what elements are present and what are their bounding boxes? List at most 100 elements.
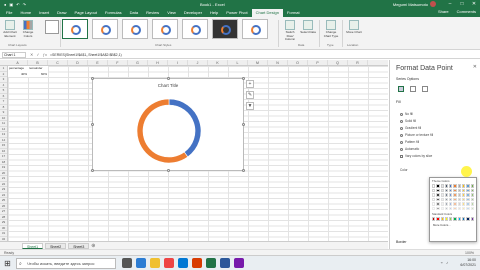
minimize-icon[interactable]: – [444, 0, 456, 8]
teams-icon[interactable] [234, 258, 244, 268]
windows-start-icon[interactable]: ⊞ [3, 259, 12, 268]
column-header[interactable]: H [148, 60, 168, 65]
column-header[interactable]: P [308, 60, 328, 65]
clock[interactable]: 16:00 6/07/2021 [460, 258, 476, 268]
checkbox-icon[interactable] [400, 154, 403, 158]
color-swatch[interactable] [436, 193, 440, 197]
color-swatch[interactable] [470, 193, 474, 197]
pattern-fill-option[interactable]: Pattern fill [400, 140, 419, 144]
color-swatch[interactable] [470, 202, 474, 206]
redo-icon[interactable]: ↷ [23, 2, 26, 7]
color-swatch[interactable] [462, 202, 466, 206]
color-swatch[interactable] [444, 202, 449, 206]
tab-home[interactable]: Home [16, 9, 35, 17]
column-header[interactable]: I [168, 60, 188, 65]
color-swatch[interactable] [466, 202, 470, 206]
color-swatch[interactable] [432, 206, 436, 210]
color-swatch[interactable] [440, 202, 444, 206]
column-header[interactable]: G [128, 60, 148, 65]
color-swatch[interactable] [449, 188, 453, 192]
color-swatch[interactable] [466, 217, 470, 221]
color-swatch[interactable] [449, 197, 453, 201]
save-icon[interactable]: ▣ [9, 2, 13, 7]
chart-style-4[interactable] [152, 19, 178, 39]
more-colors-option[interactable]: More Colors... [430, 222, 476, 228]
gradient-fill-option[interactable]: Gradient fill [400, 126, 421, 130]
tab-draw[interactable]: Draw [53, 9, 70, 17]
file-explorer-icon[interactable] [150, 258, 160, 268]
color-swatch[interactable] [436, 197, 440, 201]
close-icon[interactable]: ✕ [468, 0, 480, 8]
color-swatch[interactable] [444, 193, 449, 197]
color-swatch[interactable] [470, 217, 474, 221]
share-button[interactable]: Share [438, 9, 449, 14]
color-swatch[interactable] [449, 206, 453, 210]
enter-icon[interactable]: ✓ [36, 52, 39, 57]
brush-icon[interactable]: ✎ [246, 91, 254, 99]
plus-icon[interactable]: + [246, 80, 254, 88]
color-swatch[interactable] [457, 188, 462, 192]
color-swatch[interactable] [457, 193, 462, 197]
series-options-icon[interactable] [422, 86, 428, 92]
powerpoint-icon[interactable] [192, 258, 202, 268]
chart-style-5[interactable] [182, 19, 208, 39]
color-swatch[interactable] [436, 202, 440, 206]
column-header[interactable]: D [68, 60, 88, 65]
color-swatch[interactable] [457, 197, 462, 201]
color-swatch[interactable] [444, 197, 449, 201]
color-swatch[interactable] [436, 217, 440, 221]
color-swatch[interactable] [466, 184, 470, 188]
color-swatch[interactable] [466, 197, 470, 201]
tab-data[interactable]: Data [126, 9, 142, 17]
color-swatch[interactable] [462, 193, 466, 197]
solid-fill-option[interactable]: Solid fill [400, 119, 416, 123]
word-icon[interactable] [220, 258, 230, 268]
column-header[interactable]: B [28, 60, 48, 65]
color-swatch[interactable] [432, 202, 436, 206]
doughnut-slice-1[interactable] [136, 98, 189, 164]
cell-a2[interactable]: 40% [8, 71, 28, 77]
chart-style-2[interactable] [92, 19, 118, 39]
sheet-tab-3[interactable]: Sheet3 [68, 242, 90, 249]
color-swatch[interactable] [436, 188, 440, 192]
color-swatch[interactable] [449, 193, 453, 197]
autosave-icon[interactable]: ● [4, 2, 6, 7]
color-swatch[interactable] [449, 202, 453, 206]
add-sheet-icon[interactable]: ⊕ [91, 243, 95, 249]
doughnut-slice-0[interactable] [168, 98, 202, 158]
color-swatch[interactable] [440, 193, 444, 197]
color-swatch[interactable] [440, 217, 444, 221]
edge-icon[interactable] [136, 258, 146, 268]
tab-page-layout[interactable]: Page Layout [70, 9, 100, 17]
picture-fill-option[interactable]: Picture or texture fill [400, 133, 433, 137]
switch-row-column-button[interactable]: Switch Row/ Column [282, 20, 298, 42]
color-swatch[interactable] [440, 206, 444, 210]
sheet-tab-2[interactable]: Sheet2 [45, 242, 67, 249]
chart-area[interactable]: Chart Title [91, 77, 245, 172]
quick-layout-button[interactable] [45, 20, 59, 34]
store-icon[interactable] [178, 258, 188, 268]
fx-icon[interactable]: ƒx [43, 52, 47, 57]
color-swatch[interactable] [453, 202, 457, 206]
filter-icon[interactable]: ▼ [246, 102, 254, 110]
taskbar-search[interactable]: ⌕ Чтобы искать, введите здесь запрос [16, 258, 116, 269]
color-swatch[interactable] [444, 206, 449, 210]
automatic-fill-option[interactable]: Automatic [400, 147, 419, 151]
chart-style-7[interactable] [242, 19, 268, 39]
column-header[interactable]: L [228, 60, 248, 65]
close-icon[interactable]: ✕ [473, 64, 477, 70]
no-fill-option[interactable]: No fill [400, 112, 413, 116]
radio-icon[interactable] [400, 133, 403, 137]
column-header[interactable]: J [188, 60, 208, 65]
color-swatch[interactable] [462, 206, 466, 210]
cancel-icon[interactable]: ✕ [30, 52, 33, 57]
color-swatch[interactable] [453, 217, 457, 221]
color-swatch[interactable] [470, 197, 474, 201]
tab-format[interactable]: Format [283, 9, 304, 17]
cell-b2[interactable]: 60% [28, 71, 48, 77]
color-swatch[interactable] [432, 193, 436, 197]
tab-chart-design[interactable]: Chart Design [251, 9, 283, 17]
color-swatch[interactable] [470, 184, 474, 188]
column-header[interactable]: N [268, 60, 288, 65]
comments-button[interactable]: Comments [457, 9, 476, 14]
